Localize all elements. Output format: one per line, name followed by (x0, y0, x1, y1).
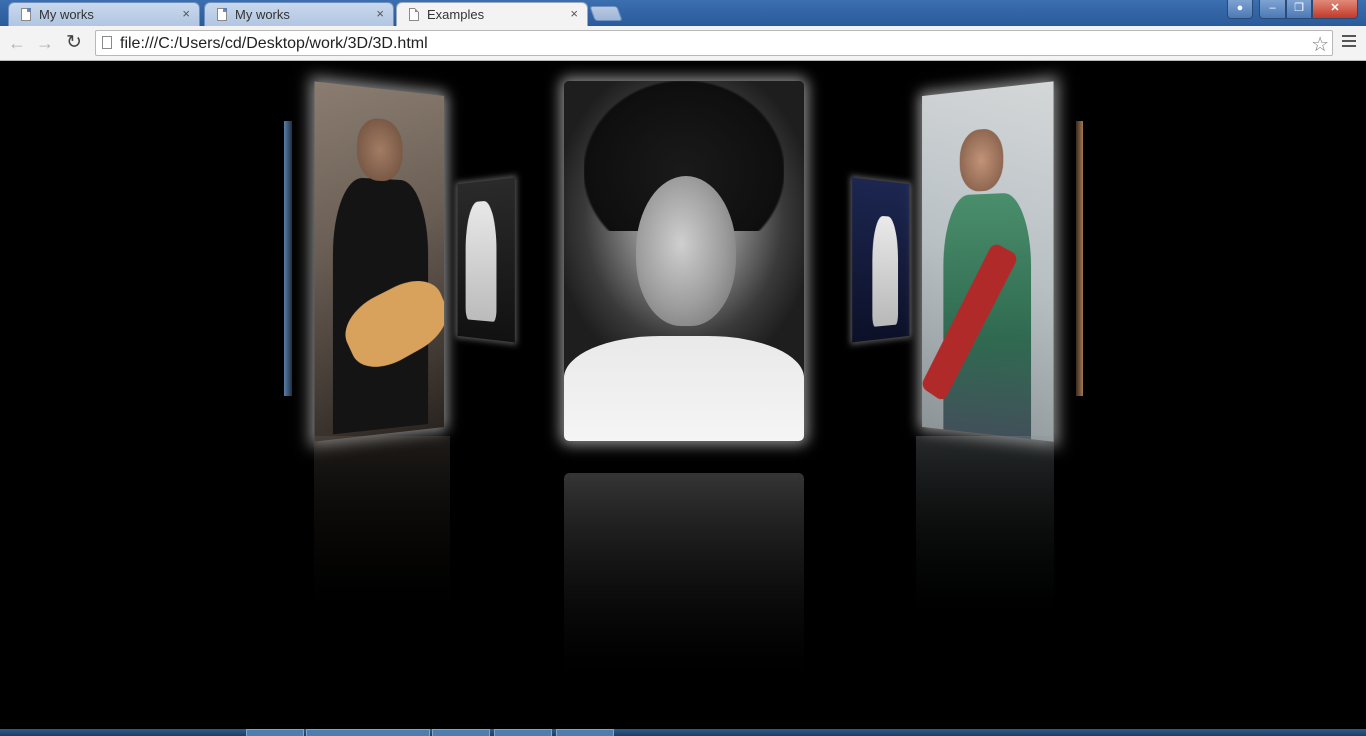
maximize-button[interactable]: ❐ (1286, 0, 1312, 19)
reflection-right (916, 436, 1054, 636)
tab-label: My works (235, 7, 290, 22)
taskbar-item[interactable] (432, 729, 490, 736)
tab-examples[interactable]: Examples × (396, 2, 588, 26)
photo-right-edge[interactable] (1076, 121, 1083, 396)
photo-center[interactable] (564, 81, 804, 441)
photo-left-main[interactable] (314, 81, 445, 442)
taskbar-item[interactable] (246, 729, 304, 736)
tab-my-works-2[interactable]: My works × (204, 2, 394, 26)
reload-icon[interactable]: ↻ (63, 32, 85, 54)
figure-head (959, 127, 1004, 193)
reflection-left (314, 436, 450, 636)
photo-left-small[interactable] (457, 177, 515, 343)
taskbar-item[interactable] (306, 729, 430, 736)
figure-head (356, 116, 403, 183)
figure-shirt (564, 336, 804, 441)
photo-right-small[interactable] (852, 177, 910, 343)
taskbar-item[interactable] (556, 729, 614, 736)
bookmark-star-icon[interactable]: ☆ (1311, 32, 1329, 57)
tab-label: Examples (427, 7, 485, 22)
browser-titlebar: My works × My works × Examples × ● – ❐ ✕ (0, 0, 1366, 26)
close-icon[interactable]: × (376, 6, 384, 21)
figure-face (636, 176, 736, 326)
tab-label: My works (39, 7, 94, 22)
new-tab-button[interactable] (589, 6, 623, 21)
close-icon[interactable]: × (570, 6, 578, 21)
address-bar[interactable]: file:///C:/Users/cd/Desktop/work/3D/3D.h… (95, 30, 1333, 56)
page-icon (409, 8, 419, 21)
taskbar-item[interactable] (494, 729, 552, 736)
figure (872, 215, 899, 327)
os-taskbar (0, 729, 1366, 736)
browser-toolbar: ← → ↻ file:///C:/Users/cd/Desktop/work/3… (0, 26, 1366, 61)
back-arrow-icon[interactable]: ← (6, 32, 28, 54)
page-icon (217, 8, 227, 21)
photo-right-main[interactable] (922, 81, 1054, 442)
photo-left-edge[interactable] (284, 121, 292, 396)
tab-my-works-1[interactable]: My works × (8, 2, 200, 26)
user-icon[interactable]: ● (1227, 0, 1253, 19)
gallery-stage (0, 61, 1366, 729)
close-window-button[interactable]: ✕ (1312, 0, 1358, 19)
figure (465, 200, 497, 323)
menu-icon[interactable] (1342, 35, 1356, 49)
minimize-button[interactable]: – (1259, 0, 1286, 19)
close-icon[interactable]: × (182, 6, 190, 21)
page-icon (102, 36, 112, 49)
address-text[interactable]: file:///C:/Users/cd/Desktop/work/3D/3D.h… (120, 35, 428, 53)
forward-arrow-icon[interactable]: → (34, 32, 56, 54)
window-controls: ● – ❐ ✕ (1227, 0, 1358, 19)
reflection-center (564, 473, 804, 683)
page-icon (21, 8, 31, 21)
